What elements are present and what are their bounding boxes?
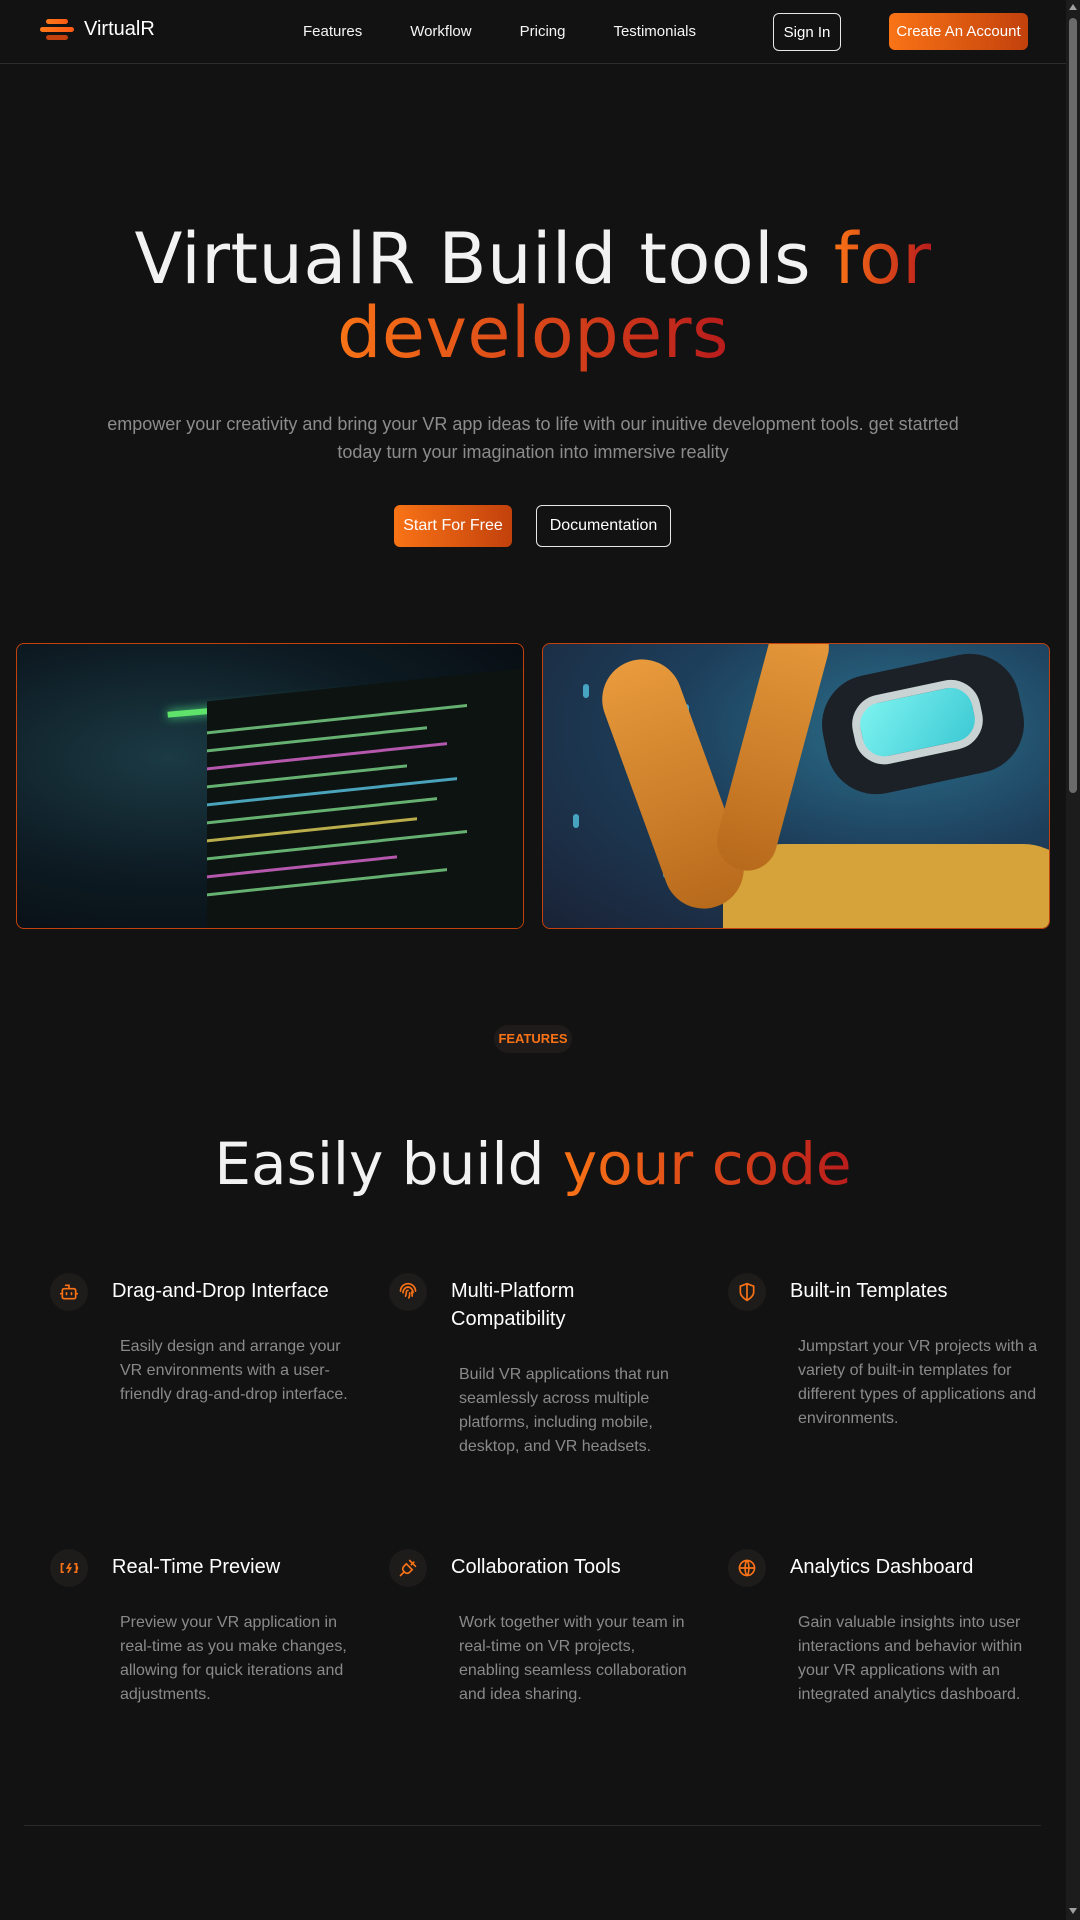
plug-icon <box>389 1549 427 1587</box>
features-title-accent: your code <box>562 1130 852 1198</box>
scrollbar-thumb[interactable] <box>1069 18 1077 793</box>
feature-title: Real-Time Preview <box>112 1556 281 1578</box>
nav-link-testimonials[interactable]: Testimonials <box>613 23 696 40</box>
section-divider <box>24 1825 1041 1826</box>
start-for-free-button[interactable]: Start For Free <box>394 505 512 547</box>
feature-desc: Work together with your team in real-tim… <box>459 1614 687 1703</box>
hero-subtitle: empower your creativity and bring your V… <box>107 414 959 462</box>
shield-icon <box>728 1273 766 1311</box>
navbar: VirtualR Features Workflow Pricing Testi… <box>0 0 1066 64</box>
feature-title: Multi-Platform Compatibility <box>451 1280 575 1330</box>
globe-icon <box>728 1549 766 1587</box>
brand-logo[interactable]: VirtualR <box>40 18 155 41</box>
features-title: Easily build your code <box>0 1130 1066 1198</box>
hero-title-accent-2: developers <box>336 292 730 374</box>
documentation-button[interactable]: Documentation <box>536 505 671 547</box>
person-hand <box>710 644 836 878</box>
feature-desc: Jumpstart your VR projects with a variet… <box>798 1338 1038 1427</box>
feature-title: Analytics Dashboard <box>790 1556 974 1578</box>
features-title-plain: Easily build <box>214 1130 563 1198</box>
hero-title: VirtualR Build tools for developers <box>0 222 1066 370</box>
brand-name: VirtualR <box>84 18 155 40</box>
feature-desc: Preview your VR application in real-time… <box>120 1614 347 1703</box>
battery-charging-icon <box>50 1549 88 1587</box>
feature-title: Collaboration Tools <box>451 1556 621 1578</box>
create-account-button[interactable]: Create An Account <box>889 13 1028 50</box>
feature-desc: Build VR applications that run seamlessl… <box>459 1366 669 1455</box>
code-screen-image <box>16 643 524 929</box>
vr-headset-image <box>542 643 1050 929</box>
scroll-down-icon[interactable] <box>1069 1908 1077 1914</box>
page-scrollbar[interactable] <box>1066 0 1080 1920</box>
hero-title-accent-1: for <box>833 218 932 300</box>
feature-title: Drag-and-Drop Interface <box>112 1280 329 1302</box>
logo-icon <box>40 18 74 41</box>
nav-link-workflow[interactable]: Workflow <box>410 23 471 40</box>
scroll-up-icon[interactable] <box>1069 4 1077 10</box>
features-badge: FEATURES <box>494 1025 572 1053</box>
feature-title: Built-in Templates <box>790 1280 948 1302</box>
feature-desc: Gain valuable insights into user interac… <box>798 1614 1023 1703</box>
nav-link-features[interactable]: Features <box>303 23 362 40</box>
hero-title-plain: VirtualR Build tools <box>134 218 834 300</box>
sign-in-button[interactable]: Sign In <box>773 13 841 51</box>
nav-links: Features Workflow Pricing Testimonials <box>303 23 696 40</box>
bot-icon <box>50 1273 88 1311</box>
nav-link-pricing[interactable]: Pricing <box>520 23 566 40</box>
terminal-panel <box>207 666 523 928</box>
fingerprint-icon <box>389 1273 427 1311</box>
feature-desc: Easily design and arrange your VR enviro… <box>120 1338 348 1403</box>
vr-headset <box>812 644 1034 804</box>
